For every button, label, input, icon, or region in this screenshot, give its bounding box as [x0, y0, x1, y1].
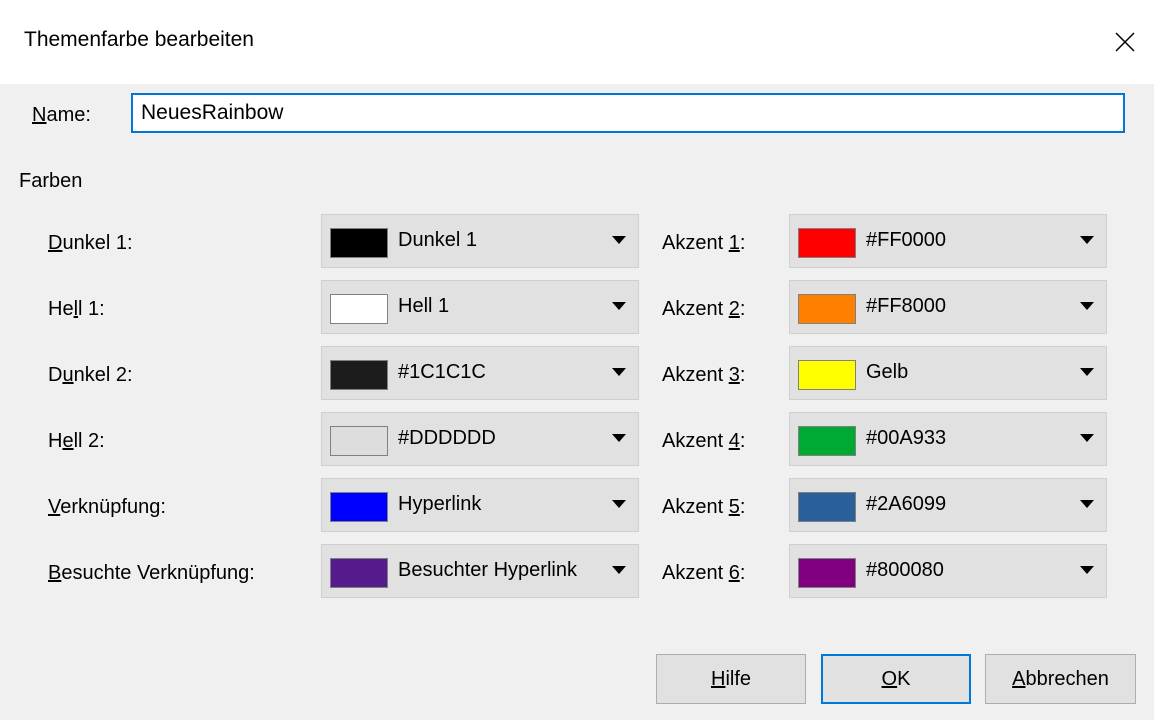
color-dropdown-dark2[interactable]: #1C1C1C: [321, 346, 639, 400]
name-input[interactable]: [131, 93, 1125, 133]
color-dropdown-visited-hyperlink[interactable]: Besuchter Hyperlink: [321, 544, 639, 598]
dropdown-arrow-icon: [612, 500, 626, 508]
row-label-light1: Hell 1:: [48, 298, 105, 320]
color-dropdown-accent3[interactable]: Gelb: [789, 346, 1107, 400]
row-label-visited-hyperlink: Besuchte Verknüpfung:: [48, 562, 255, 584]
colors-section-label: Farben: [19, 170, 83, 192]
dropdown-arrow-icon: [1080, 566, 1094, 574]
row-label-dark2: Dunkel 2:: [48, 364, 133, 386]
dialog-title: Themenfarbe bearbeiten: [24, 28, 254, 51]
dropdown-arrow-icon: [612, 368, 626, 376]
color-dropdown-light2[interactable]: #DDDDDD: [321, 412, 639, 466]
color-dropdown-accent5[interactable]: #2A6099: [789, 478, 1107, 532]
row-label-hyperlink: Verknüpfung:: [48, 496, 166, 518]
close-button[interactable]: [1100, 18, 1150, 66]
dropdown-arrow-icon: [612, 236, 626, 244]
dropdown-value: Besuchter Hyperlink: [398, 559, 577, 581]
color-swatch: [330, 228, 388, 258]
row-label-accent5: Akzent 5:: [662, 496, 746, 518]
color-swatch: [798, 360, 856, 390]
dropdown-value: Gelb: [866, 361, 909, 383]
color-swatch: [798, 558, 856, 588]
dropdown-arrow-icon: [1080, 434, 1094, 442]
ok-button[interactable]: OK: [821, 654, 971, 704]
color-dropdown-accent2[interactable]: #FF8000: [789, 280, 1107, 334]
dropdown-value: #FF8000: [866, 295, 947, 317]
color-swatch: [330, 426, 388, 456]
dropdown-value: #FF0000: [866, 229, 947, 251]
color-swatch: [330, 294, 388, 324]
color-swatch: [330, 360, 388, 390]
dropdown-value: #DDDDDD: [398, 427, 496, 449]
name-label: Name:: [32, 104, 91, 126]
color-dropdown-accent4[interactable]: #00A933: [789, 412, 1107, 466]
row-label-light2: Hell 2:: [48, 430, 105, 452]
row-label-accent1: Akzent 1:: [662, 232, 746, 254]
color-dropdown-dark1[interactable]: Dunkel 1: [321, 214, 639, 268]
row-label-dark1: Dunkel 1:: [48, 232, 133, 254]
color-dropdown-accent1[interactable]: #FF0000: [789, 214, 1107, 268]
color-dropdown-accent6[interactable]: #800080: [789, 544, 1107, 598]
row-label-accent3: Akzent 3:: [662, 364, 746, 386]
color-swatch: [798, 492, 856, 522]
cancel-button[interactable]: Abbrechen: [985, 654, 1136, 704]
dropdown-arrow-icon: [1080, 500, 1094, 508]
color-dropdown-light1[interactable]: Hell 1: [321, 280, 639, 334]
color-swatch: [798, 426, 856, 456]
dropdown-arrow-icon: [1080, 236, 1094, 244]
row-label-accent4: Akzent 4:: [662, 430, 746, 452]
color-swatch: [330, 492, 388, 522]
row-label-accent2: Akzent 2:: [662, 298, 746, 320]
dropdown-value: #1C1C1C: [398, 361, 486, 383]
close-icon: [1115, 32, 1135, 52]
dropdown-value: Hyperlink: [398, 493, 482, 515]
color-swatch: [798, 294, 856, 324]
dropdown-value: #800080: [866, 559, 944, 581]
dropdown-arrow-icon: [612, 434, 626, 442]
dropdown-value: Dunkel 1: [398, 229, 477, 251]
color-swatch: [798, 228, 856, 258]
title-bar: Themenfarbe bearbeiten: [0, 0, 1154, 84]
dropdown-value: #2A6099: [866, 493, 947, 515]
dropdown-arrow-icon: [1080, 302, 1094, 310]
dropdown-arrow-icon: [612, 566, 626, 574]
dropdown-arrow-icon: [1080, 368, 1094, 376]
color-swatch: [330, 558, 388, 588]
color-dropdown-hyperlink[interactable]: Hyperlink: [321, 478, 639, 532]
dropdown-value: Hell 1: [398, 295, 450, 317]
help-button[interactable]: Hilfe: [656, 654, 806, 704]
row-label-accent6: Akzent 6:: [662, 562, 746, 584]
dropdown-value: #00A933: [866, 427, 947, 449]
dropdown-arrow-icon: [612, 302, 626, 310]
